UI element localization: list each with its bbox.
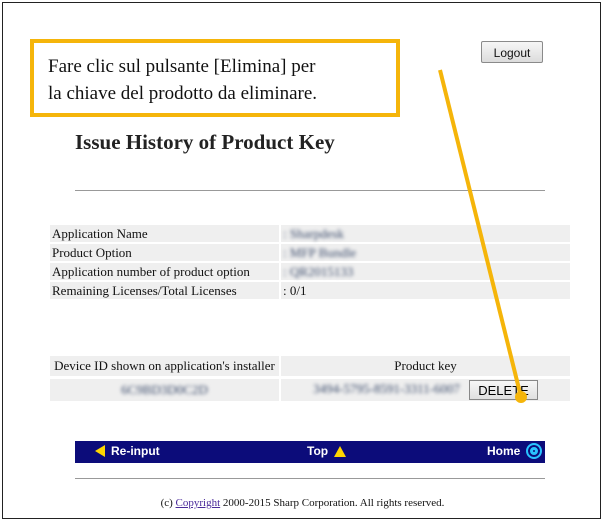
pointer-line [438,69,523,398]
callout-pointer [438,69,527,403]
pointer-dot [515,391,527,403]
